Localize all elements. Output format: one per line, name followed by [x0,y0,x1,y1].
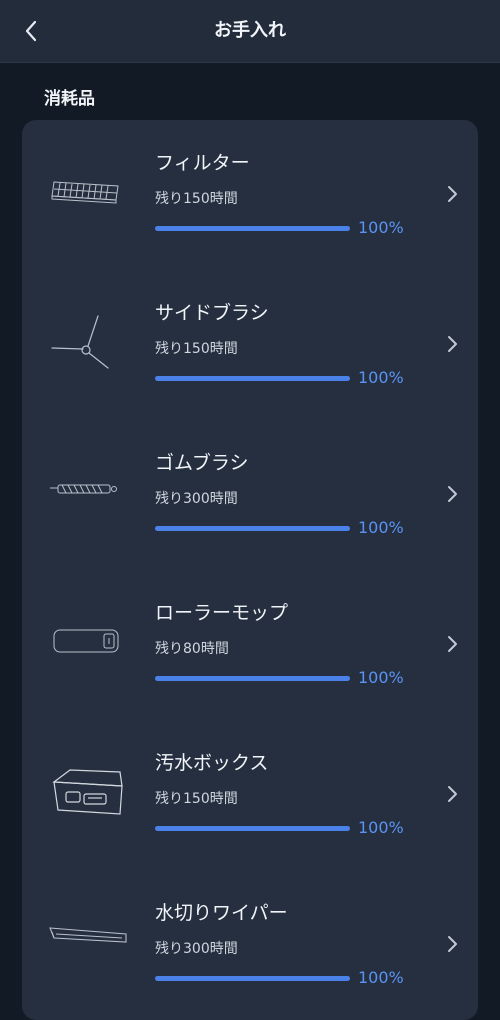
progress-fill [155,226,350,231]
item-remaining: 残り300時間 [155,491,238,507]
progress-fill [155,826,350,831]
item-remaining: 残り150時間 [155,191,238,207]
item-percent: 100% [358,368,404,387]
chevron-right-icon [448,336,457,352]
chevron-right-icon [448,486,457,502]
item-remaining: 残り150時間 [155,341,238,357]
item-name: 汚水ボックス [155,752,269,774]
item-name: 水切りワイパー [155,902,288,924]
progress-bar [155,826,350,831]
dirty-water-box-icon [52,769,123,815]
top-bar: お手入れ [0,0,500,63]
progress-fill [155,676,350,681]
item-name: サイドブラシ [155,302,269,324]
chevron-right-icon [448,186,457,202]
progress-bar [155,376,350,381]
section-title-consumables: 消耗品 [44,89,95,109]
filter-icon [51,181,119,204]
consumable-item-dirty-water-box[interactable]: 汚水ボックス 残り150時間 100% [22,720,478,870]
rubber-brush-icon [50,484,117,494]
item-percent: 100% [358,218,404,237]
progress-bar [155,976,350,981]
progress-bar [155,226,350,231]
chevron-right-icon [448,636,457,652]
progress-bar [155,676,350,681]
item-name: ゴムブラシ [155,452,249,474]
consumable-item-squeegee-wiper[interactable]: 水切りワイパー 残り300時間 100% [22,870,478,1020]
item-percent: 100% [358,668,404,687]
chevron-right-icon [448,786,457,802]
progress-fill [155,976,350,981]
progress-fill [155,526,350,531]
item-remaining: 残り150時間 [155,791,238,807]
progress-fill [155,376,350,381]
consumable-item-filter[interactable]: フィルター 残り150時間 100% [22,120,478,270]
item-remaining: 残り80時間 [155,641,229,657]
consumables-card: フィルター 残り150時間 100% サイドブラシ 残り150時間 100% ゴ… [22,120,478,1020]
item-percent: 100% [358,968,404,987]
page-title: お手入れ [214,20,286,41]
consumable-item-rubber-brush[interactable]: ゴムブラシ 残り300時間 100% [22,420,478,570]
item-remaining: 残り300時間 [155,941,238,957]
item-percent: 100% [358,818,404,837]
roller-mop-icon [53,629,119,653]
item-name: ローラーモップ [155,602,289,624]
consumable-item-side-brush[interactable]: サイドブラシ 残り150時間 100% [22,270,478,420]
consumable-item-roller-mop[interactable]: ローラーモップ 残り80時間 100% [22,570,478,720]
progress-bar [155,526,350,531]
item-percent: 100% [358,518,404,537]
chevron-right-icon [448,936,457,952]
side-brush-icon [51,315,109,369]
squeegee-wiper-icon [49,927,127,943]
item-name: フィルター [155,152,250,174]
